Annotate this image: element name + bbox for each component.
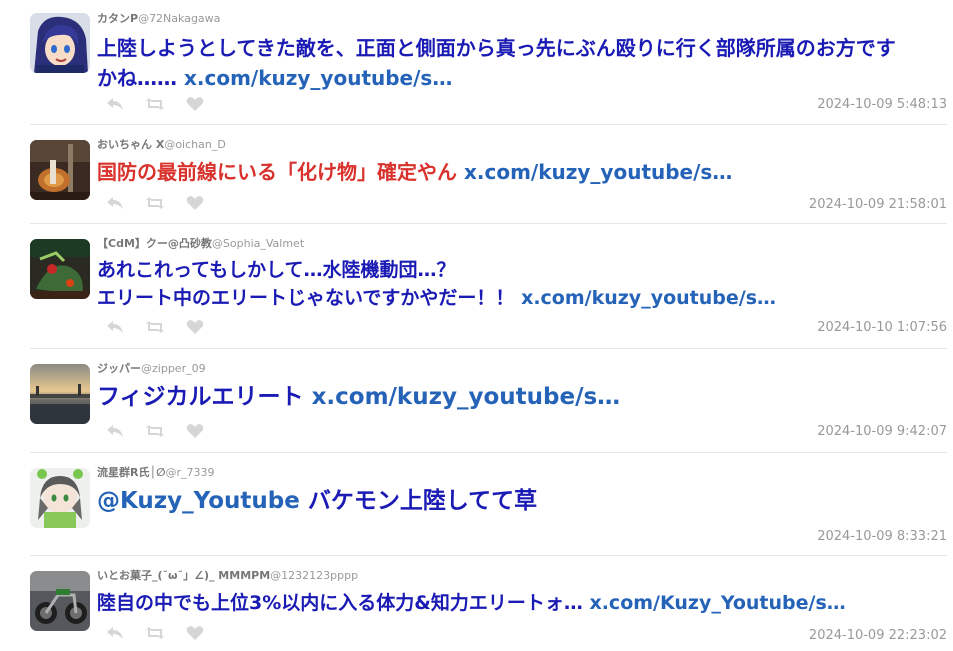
tweet-item: いとお菓子_(˘ω˘」∠)_ MMMPM@1232123pppp 陸自の中でも上… (30, 556, 947, 651)
tweet-link[interactable]: x.com/kuzy_youtube/s… (312, 384, 621, 410)
tweet-actions (106, 625, 204, 641)
avatar[interactable] (30, 239, 90, 299)
tweet-text: 陸自の中でも上位3%以内に入る体力&知力エリートォ… x.com/Kuzy_Yo… (97, 589, 947, 617)
tweet-item: 流星群R氏│∅@r_7339 @Kuzy_Youtube バケモン上陸してて草 … (30, 453, 947, 556)
tweet-text-line: フィジカルエリート (97, 384, 304, 410)
tweet-link[interactable]: x.com/kuzy_youtube/s… (184, 66, 452, 90)
tweet-text: @Kuzy_Youtube バケモン上陸してて草 (97, 485, 947, 517)
tweet-text-line: 陸自の中でも上位3%以内に入る体力&知力エリートォ… (97, 592, 583, 614)
retweet-icon[interactable] (146, 195, 164, 211)
like-icon[interactable] (186, 195, 204, 211)
avatar[interactable] (30, 468, 90, 528)
display-name[interactable]: 【CdM】クー@凸砂教 (97, 237, 212, 250)
tweet-actions (106, 319, 204, 335)
tweet-link[interactable]: x.com/kuzy_youtube/s… (464, 160, 732, 184)
tweet-item: カタンP@72Nakagawa 上陸しようとしてきた敵を、正面と側面から真っ先に… (30, 0, 947, 125)
user-handle[interactable]: @r_7339 (166, 466, 215, 479)
user-handle[interactable]: @Sophia_Valmet (212, 237, 304, 250)
avatar[interactable] (30, 140, 90, 200)
retweet-icon[interactable] (146, 423, 164, 439)
retweet-icon[interactable] (146, 319, 164, 335)
tweet-text: 上陸しようとしてきた敵を、正面と側面から真っ先にぶん殴りに行く部隊所属のお方です… (97, 33, 947, 93)
like-icon[interactable] (186, 319, 204, 335)
timestamp[interactable]: 2024-10-09 8:33:21 (817, 529, 947, 544)
avatar[interactable] (30, 13, 90, 73)
tweet-text-line: エリート中のエリートじゃないですかやだー！！ (97, 287, 515, 309)
user-handle[interactable]: @oichan_D (164, 138, 226, 151)
reply-icon[interactable] (106, 625, 124, 641)
tweet-actions (106, 195, 204, 211)
user-line: ジッパー@zipper_09 (97, 362, 947, 376)
tweet-text-line: あれこれってもしかして…水陸機動団…？ (97, 259, 456, 281)
tweet-actions (106, 423, 204, 439)
tweet-link[interactable]: x.com/kuzy_youtube/s… (521, 287, 776, 309)
display-name[interactable]: 流星群R氏│∅ (97, 466, 166, 479)
tweet-item: 【CdM】クー@凸砂教@Sophia_Valmet あれこれってもしかして…水陸… (30, 224, 947, 349)
tweet-text: フィジカルエリート x.com/kuzy_youtube/s… (97, 381, 947, 413)
reply-icon[interactable] (106, 423, 124, 439)
like-icon[interactable] (186, 96, 204, 112)
mention-link[interactable]: @Kuzy_Youtube (97, 488, 300, 514)
tweet-text: あれこれってもしかして…水陸機動団…？ エリート中のエリートじゃないですかやだー… (97, 256, 947, 312)
user-line: 【CdM】クー@凸砂教@Sophia_Valmet (97, 237, 947, 251)
user-line: カタンP@72Nakagawa (97, 12, 947, 26)
reply-icon[interactable] (106, 96, 124, 112)
like-icon[interactable] (186, 625, 204, 641)
display-name[interactable]: カタンP (97, 12, 138, 25)
tweet-feed: カタンP@72Nakagawa 上陸しようとしてきた敵を、正面と側面から真っ先に… (0, 0, 953, 651)
tweet-actions (106, 96, 204, 112)
tweet-item: おいちゃん X@oichan_D 国防の最前線にいる「化け物」確定やん x.co… (30, 125, 947, 224)
timestamp[interactable]: 2024-10-10 1:07:56 (817, 320, 947, 335)
user-line: いとお菓子_(˘ω˘」∠)_ MMMPM@1232123pppp (97, 569, 947, 583)
retweet-icon[interactable] (146, 96, 164, 112)
timestamp[interactable]: 2024-10-09 9:42:07 (817, 424, 947, 439)
user-line: 流星群R氏│∅@r_7339 (97, 466, 947, 480)
tweet-text-line: 国防の最前線にいる「化け物」確定やん (97, 160, 457, 184)
tweet-text: 国防の最前線にいる「化け物」確定やん x.com/kuzy_youtube/s… (97, 157, 947, 187)
user-handle[interactable]: @1232123pppp (270, 569, 358, 582)
avatar[interactable] (30, 364, 90, 424)
avatar[interactable] (30, 571, 90, 631)
user-handle[interactable]: @72Nakagawa (138, 12, 220, 25)
display-name[interactable]: いとお菓子_(˘ω˘」∠)_ MMMPM (97, 569, 270, 582)
timestamp[interactable]: 2024-10-09 22:23:02 (809, 628, 947, 643)
display-name[interactable]: ジッパー (97, 362, 141, 375)
tweet-link[interactable]: x.com/Kuzy_Youtube/s… (589, 592, 845, 614)
display-name[interactable]: おいちゃん X (97, 138, 164, 151)
tweet-text-line: かね…… (97, 66, 177, 90)
reply-icon[interactable] (106, 195, 124, 211)
timestamp[interactable]: 2024-10-09 5:48:13 (817, 97, 947, 112)
like-icon[interactable] (186, 423, 204, 439)
user-line: おいちゃん X@oichan_D (97, 138, 947, 152)
tweet-item: ジッパー@zipper_09 フィジカルエリート x.com/kuzy_yout… (30, 349, 947, 453)
tweet-text-line: 上陸しようとしてきた敵を、正面と側面から真っ先にぶん殴りに行く部隊所属のお方です (97, 36, 896, 60)
timestamp[interactable]: 2024-10-09 21:58:01 (809, 197, 947, 212)
retweet-icon[interactable] (146, 625, 164, 641)
reply-icon[interactable] (106, 319, 124, 335)
user-handle[interactable]: @zipper_09 (141, 362, 206, 375)
tweet-text-line: バケモン上陸してて草 (307, 488, 538, 514)
